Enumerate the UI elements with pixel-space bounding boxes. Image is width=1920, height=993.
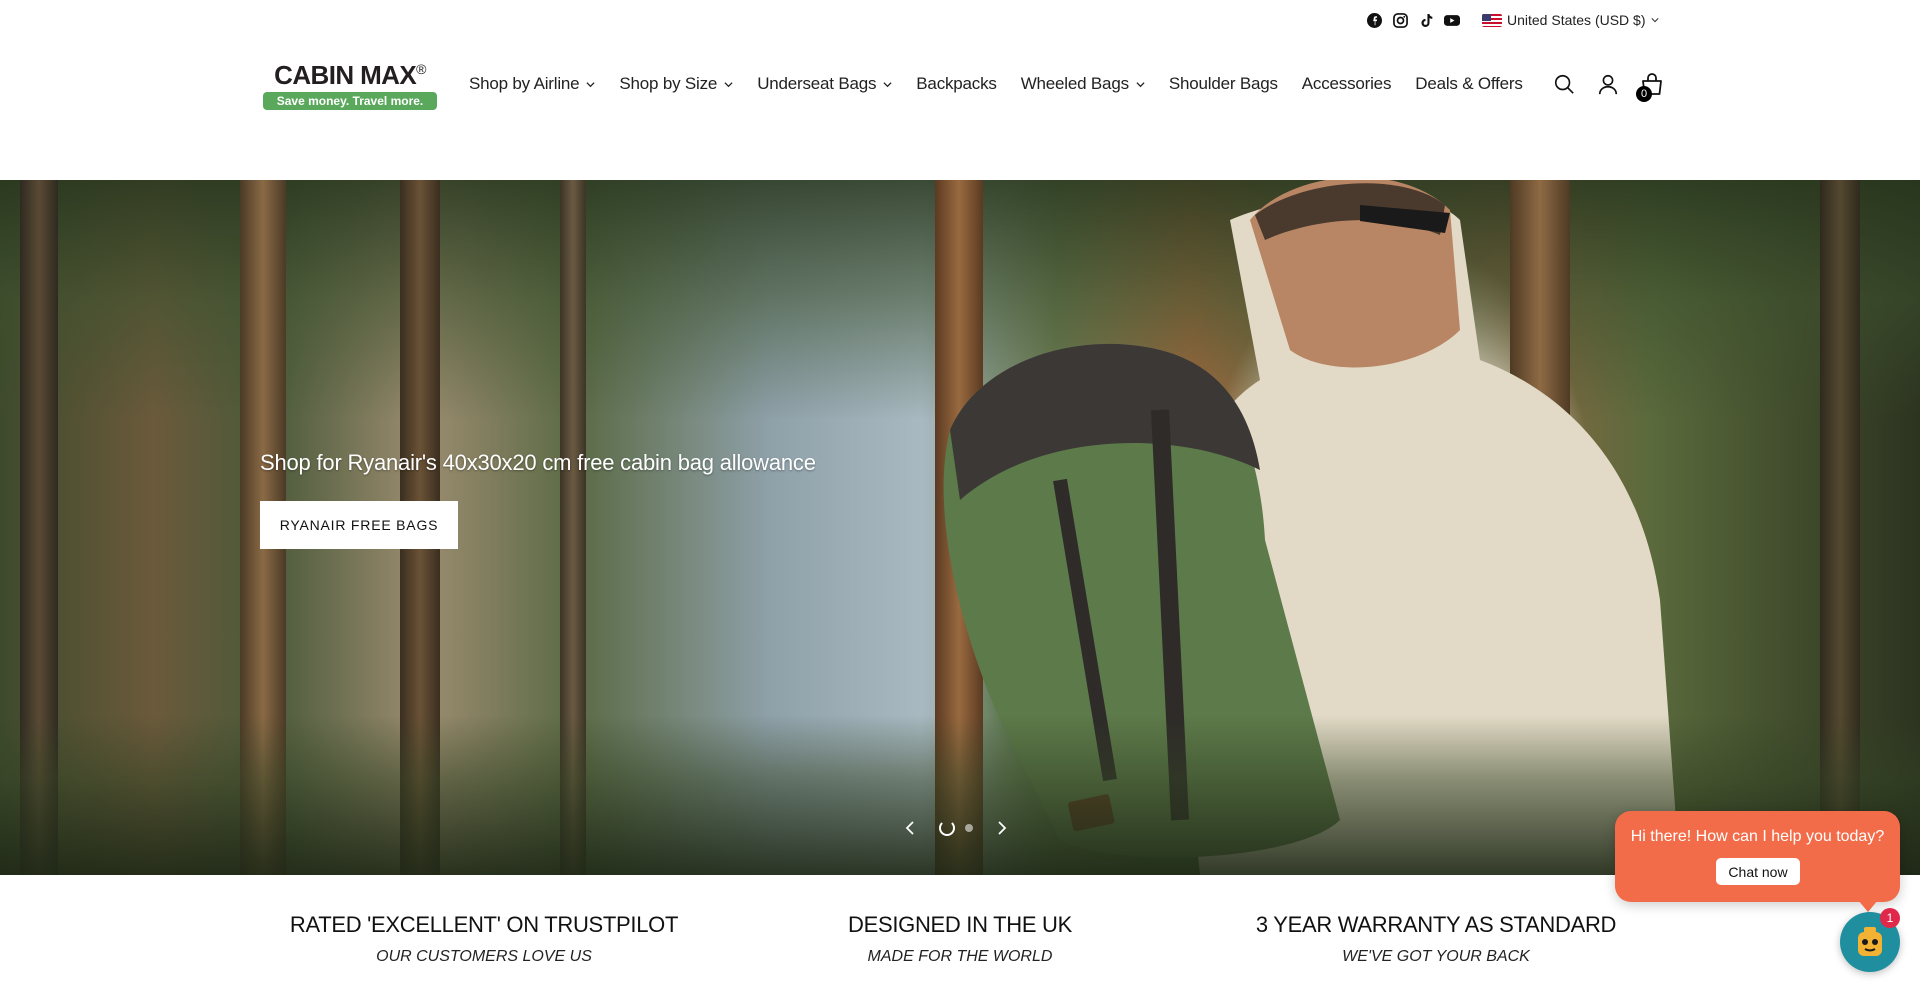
nav-item-shop-by-size[interactable]: Shop by Size <box>619 74 733 94</box>
nav-item-shoulder-bags[interactable]: Shoulder Bags <box>1169 74 1278 94</box>
previous-slide-arrow-icon[interactable] <box>903 820 919 836</box>
feature-title: DESIGNED IN THE UK <box>847 912 1072 937</box>
region-selector[interactable]: United States (USD $) <box>1482 12 1659 28</box>
chevron-down-icon <box>586 81 595 87</box>
region-label: United States (USD $) <box>1507 12 1646 28</box>
feature-title: RATED 'EXCELLENT' ON TRUSTPILOT <box>289 912 679 937</box>
facebook-icon[interactable] <box>1366 12 1382 28</box>
nav-item-label: Accessories <box>1301 74 1392 93</box>
chat-now-button[interactable]: Chat now <box>1716 858 1800 885</box>
logo[interactable]: CABIN MAX® Save money. Travel more. <box>263 62 437 120</box>
top-utility-bar: United States (USD $) <box>0 0 1920 44</box>
nav-item-backpacks[interactable]: Backpacks <box>916 74 997 94</box>
nav-item-label: Shop by Airline <box>469 74 580 93</box>
cart-count-badge: 0 <box>1636 86 1652 102</box>
main-navigation: Shop by Airline Shop by Size Underseat B… <box>469 74 1547 94</box>
header-actions: 0 <box>1552 72 1664 102</box>
feature-designed-uk: DESIGNED IN THE UK MADE FOR THE WORLD <box>740 912 1180 966</box>
registered-mark: ® <box>416 61 426 77</box>
chevron-down-icon <box>724 81 733 87</box>
account-icon[interactable] <box>1596 72 1620 96</box>
social-links <box>1366 12 1460 28</box>
chevron-down-icon <box>1136 81 1145 87</box>
logo-wordmark: CABIN MAX <box>274 60 417 90</box>
nav-item-label: Shop by Size <box>619 74 718 93</box>
chevron-down-icon <box>1650 18 1659 23</box>
chat-message: Hi there! How can I help you today? <box>1630 828 1885 845</box>
slide-dot[interactable] <box>965 824 973 832</box>
ryanair-free-bags-button[interactable]: RYANAIR FREE BAGS <box>260 501 458 549</box>
nav-item-wheeled-bags[interactable]: Wheeled Bags <box>1021 74 1145 94</box>
search-icon[interactable] <box>1552 72 1576 96</box>
nav-item-shop-by-airline[interactable]: Shop by Airline <box>469 74 595 94</box>
slide-dots <box>939 820 973 836</box>
feature-title: 3 YEAR WARRANTY AS STANDARD <box>1255 912 1617 937</box>
site-header: CABIN MAX® Save money. Travel more. Shop… <box>0 44 1920 134</box>
nav-item-label: Wheeled Bags <box>1020 74 1129 93</box>
nav-item-label: Backpacks <box>916 74 997 93</box>
chat-notification-badge: 1 <box>1880 908 1900 928</box>
nav-item-accessories[interactable]: Accessories <box>1301 74 1392 94</box>
us-flag-icon <box>1482 13 1502 27</box>
hero-slideshow: Shop for Ryanair's 40x30x20 cm free cabi… <box>0 180 1920 875</box>
instagram-icon[interactable] <box>1392 12 1408 28</box>
slide-dot-active[interactable] <box>939 820 955 836</box>
chat-bot-icon <box>1858 927 1882 956</box>
hero-heading: Shop for Ryanair's 40x30x20 cm free cabi… <box>260 450 816 475</box>
nav-item-label: Deals & Offers <box>1415 74 1523 93</box>
nav-item-label: Shoulder Bags <box>1168 74 1278 93</box>
feature-subtitle: WE'VE GOT YOUR BACK <box>1342 948 1530 965</box>
chevron-down-icon <box>883 81 892 87</box>
nav-item-underseat-bags[interactable]: Underseat Bags <box>757 74 892 94</box>
logo-tagline: Save money. Travel more. <box>263 92 437 110</box>
nav-item-label: Underseat Bags <box>757 74 877 93</box>
next-slide-arrow-icon[interactable] <box>993 820 1009 836</box>
tiktok-icon[interactable] <box>1418 12 1434 28</box>
youtube-icon[interactable] <box>1444 12 1460 28</box>
feature-subtitle: OUR CUSTOMERS LOVE US <box>376 948 592 965</box>
feature-trustpilot: RATED 'EXCELLENT' ON TRUSTPILOT OUR CUST… <box>264 912 704 966</box>
feature-warranty: 3 YEAR WARRANTY AS STANDARD WE'VE GOT YO… <box>1216 912 1656 966</box>
slideshow-controls <box>903 820 1009 836</box>
chat-popup: Hi there! How can I help you today? Chat… <box>1615 811 1900 912</box>
nav-item-deals-offers[interactable]: Deals & Offers <box>1415 74 1523 94</box>
feature-subtitle: MADE FOR THE WORLD <box>867 948 1053 965</box>
cart-icon[interactable]: 0 <box>1636 72 1664 102</box>
chat-launcher[interactable]: 1 <box>1840 908 1900 972</box>
